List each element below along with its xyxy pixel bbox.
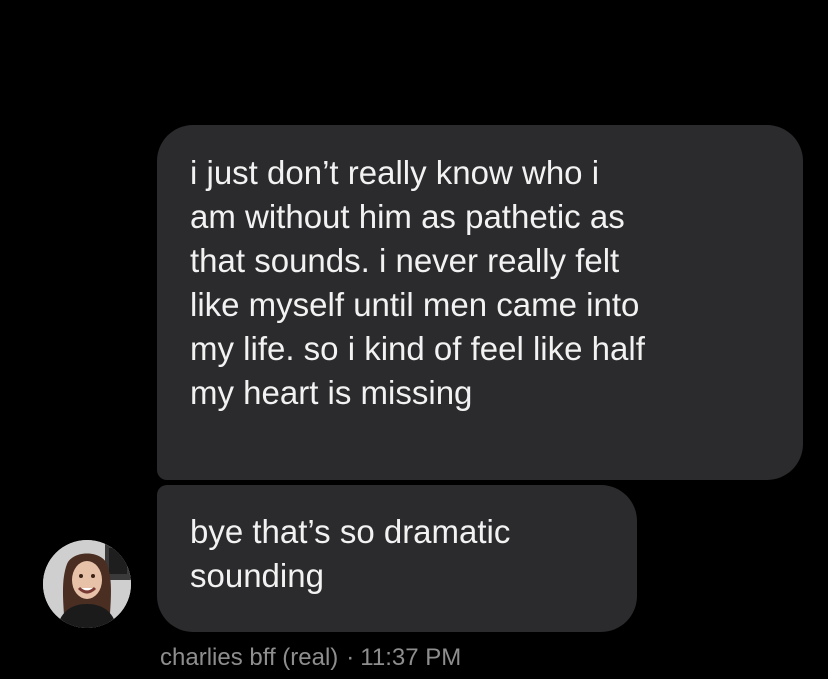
sender-name: charlies bff (real): [160, 644, 339, 671]
avatar[interactable]: [43, 540, 131, 628]
timestamp: 11:37 PM: [360, 644, 462, 671]
profile-photo-icon: [43, 540, 131, 628]
message-bubble[interactable]: i just don’t really know who i am withou…: [157, 125, 803, 480]
message-thread: i just don’t really know who i am withou…: [0, 0, 828, 679]
separator-dot: ·: [346, 644, 355, 671]
message-meta: charlies bff (real) · 11:37 PM: [160, 642, 461, 674]
message-bubble[interactable]: bye that’s so dramatic sounding: [157, 485, 637, 632]
